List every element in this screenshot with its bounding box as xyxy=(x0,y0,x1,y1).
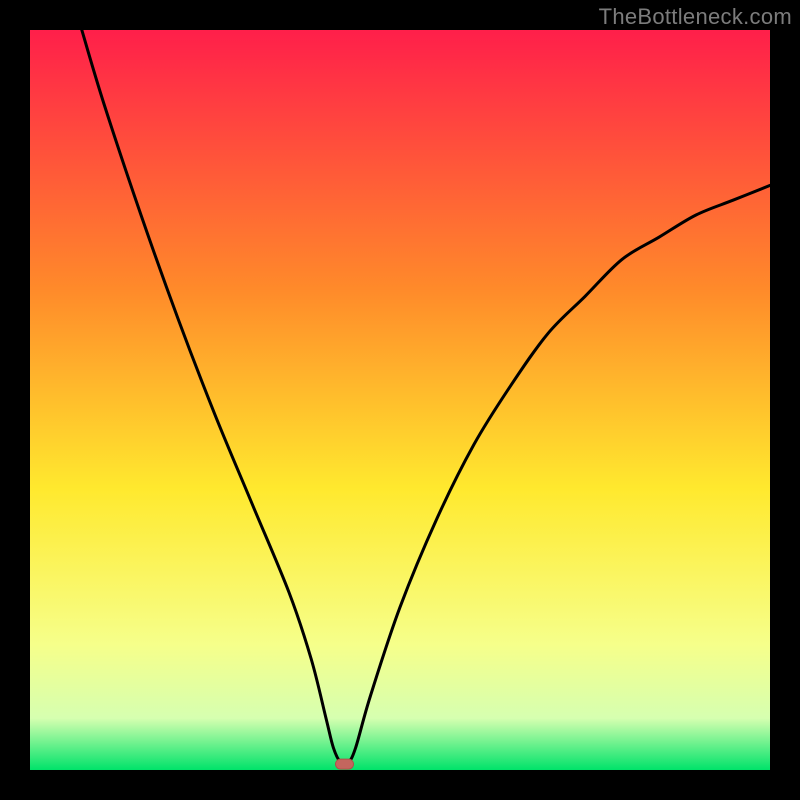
plot-area xyxy=(30,30,770,770)
gradient-background xyxy=(30,30,770,770)
chart-frame: TheBottleneck.com xyxy=(0,0,800,800)
watermark-text: TheBottleneck.com xyxy=(599,4,792,30)
optimal-point-marker xyxy=(336,759,354,769)
plot-svg xyxy=(30,30,770,770)
